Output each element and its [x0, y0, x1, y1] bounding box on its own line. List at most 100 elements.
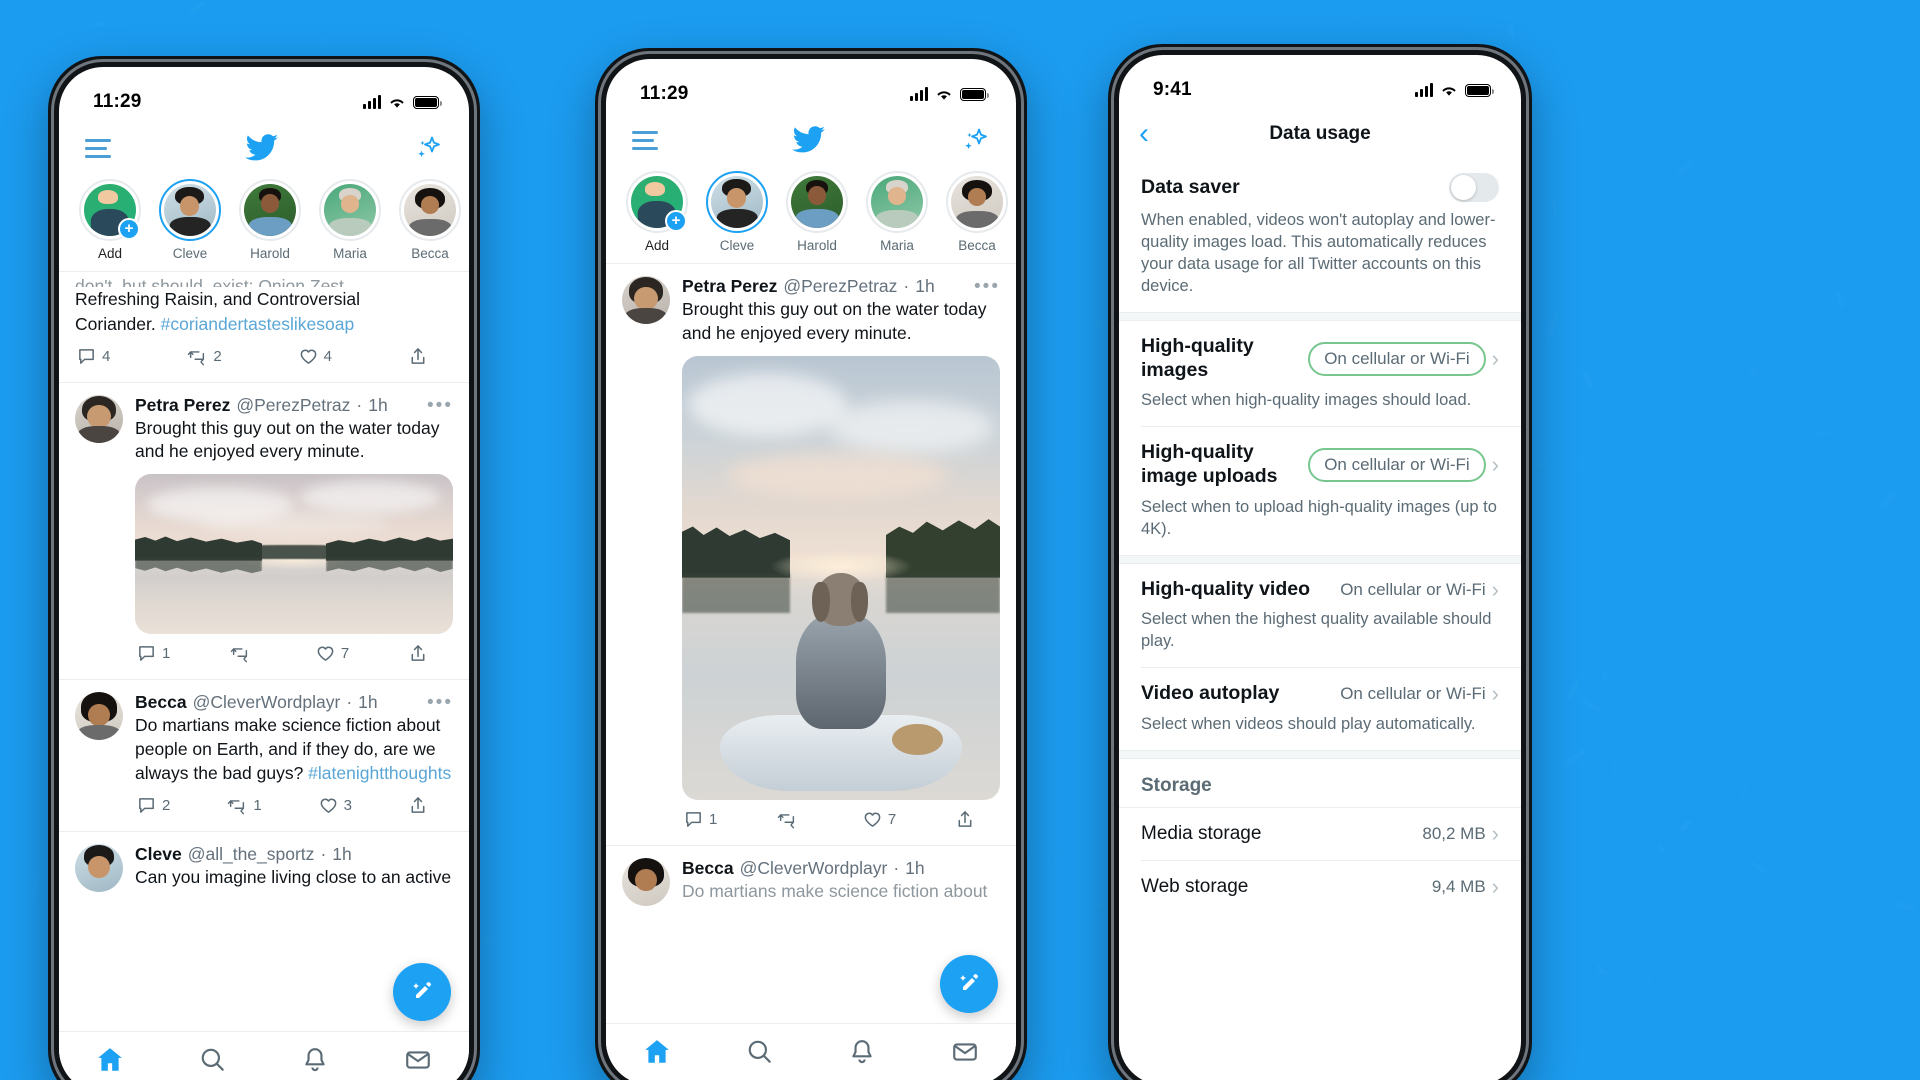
- sparkle-icon[interactable]: [960, 125, 990, 155]
- compose-tweet-button[interactable]: [393, 963, 451, 1021]
- tweet-hashtag[interactable]: #latenightthoughts: [308, 763, 451, 783]
- tweet-author-handle[interactable]: @PerezPetraz: [236, 395, 350, 416]
- tweet-actions[interactable]: 4 2 4: [75, 337, 453, 376]
- setting-row-video-autoplay[interactable]: Video autoplay On cellular or Wi-Fi › Se…: [1119, 668, 1521, 750]
- tweet-header: Becca @CleverWordplayr · 1h •••: [135, 692, 453, 713]
- data-saver-toggle[interactable]: [1449, 173, 1499, 202]
- tweet-timestamp: 1h: [332, 843, 352, 864]
- fleet-item-becca[interactable]: Becca: [397, 179, 463, 261]
- reply-action[interactable]: 4: [77, 347, 110, 366]
- setting-row-high-quality-image-uploads[interactable]: High-quality image uploads On cellular o…: [1119, 427, 1521, 554]
- retweet-action[interactable]: 2: [187, 347, 222, 366]
- reply-action[interactable]: 1: [137, 644, 170, 663]
- fleet-item-becca[interactable]: Becca: [944, 171, 1010, 253]
- bottom-navigation-bar[interactable]: [606, 1023, 1016, 1080]
- tweet-author-name[interactable]: Cleve: [135, 844, 182, 865]
- tweet-image-dog-boat[interactable]: [682, 355, 1000, 800]
- avatar[interactable]: [75, 692, 123, 741]
- tweet-more-icon[interactable]: •••: [974, 277, 1000, 296]
- nav-messages-envelope-icon[interactable]: [951, 1038, 979, 1071]
- add-fleet-badge[interactable]: +: [665, 210, 687, 232]
- retweet-action[interactable]: 1: [227, 796, 262, 815]
- fleet-item-cleve[interactable]: Cleve: [157, 179, 223, 261]
- tweet-author-name[interactable]: Becca: [135, 692, 187, 713]
- fleet-avatar-ring: [786, 171, 848, 233]
- like-action[interactable]: 4: [299, 347, 332, 366]
- hamburger-menu-icon[interactable]: [85, 134, 111, 163]
- fleet-item-cleve[interactable]: Cleve: [704, 171, 770, 253]
- tweet-author-handle[interactable]: @CleverWordplayr: [740, 858, 888, 879]
- reply-action[interactable]: 1: [684, 810, 717, 829]
- share-action[interactable]: [409, 644, 427, 663]
- fleet-item-harold[interactable]: Harold: [784, 171, 850, 253]
- sparkle-icon[interactable]: [413, 133, 443, 163]
- tweet-actions[interactable]: 2 1 3: [135, 786, 453, 825]
- tweet-author-name[interactable]: Petra Perez: [135, 395, 230, 416]
- tweet-row[interactable]: Petra Perez @PerezPetraz · 1h ••• Brough…: [606, 264, 1016, 846]
- phone2-timeline[interactable]: Petra Perez @PerezPetraz · 1h ••• Brough…: [606, 264, 1016, 912]
- fleet-item-maria[interactable]: Maria: [317, 179, 383, 261]
- phone1-timeline[interactable]: don't, but should, exist: Onion Zest, Re…: [59, 272, 469, 898]
- tweet-actions[interactable]: 1 7: [682, 800, 1000, 839]
- fleet-item-add[interactable]: + Add: [77, 179, 143, 261]
- setting-row-data-saver[interactable]: Data saver When enabled, videos won't au…: [1119, 159, 1521, 312]
- tweet-hashtag[interactable]: #coriandertasteslikesoap: [161, 314, 355, 334]
- fleet-item-harold[interactable]: Harold: [237, 179, 303, 261]
- tweet-image-lake[interactable]: [135, 474, 453, 635]
- setting-row-high-quality-video[interactable]: High-quality video On cellular or Wi-Fi …: [1119, 564, 1521, 668]
- avatar[interactable]: [622, 857, 670, 906]
- share-action[interactable]: [409, 347, 427, 366]
- compose-tweet-button[interactable]: [940, 955, 998, 1013]
- setting-value[interactable]: On cellular or Wi-Fi: [1340, 684, 1485, 704]
- add-fleet-badge[interactable]: +: [118, 218, 140, 240]
- like-action[interactable]: 7: [863, 810, 896, 829]
- setting-value[interactable]: On cellular or Wi-Fi: [1340, 580, 1485, 600]
- nav-notifications-bell-icon[interactable]: [848, 1038, 876, 1071]
- retweet-action[interactable]: [230, 644, 256, 663]
- avatar[interactable]: [75, 394, 123, 443]
- hamburger-menu-icon[interactable]: [632, 126, 658, 155]
- nav-home-icon[interactable]: [643, 1038, 671, 1071]
- tweet-author-name[interactable]: Becca: [682, 858, 734, 879]
- fleet-avatar-ring: [239, 179, 301, 241]
- storage-row-web[interactable]: Web storage 9,4 MB ›: [1119, 861, 1521, 913]
- tweet-partial[interactable]: don't, but should, exist: Onion Zest, Re…: [59, 272, 469, 383]
- bottom-navigation-bar[interactable]: [59, 1031, 469, 1080]
- like-action[interactable]: 7: [316, 644, 349, 663]
- fleet-item-add[interactable]: + Add: [624, 171, 690, 253]
- tweet-author-handle[interactable]: @all_the_sportz: [188, 844, 315, 865]
- settings-body[interactable]: Data saver When enabled, videos won't au…: [1119, 159, 1521, 914]
- setting-row-high-quality-images[interactable]: High-quality images On cellular or Wi-Fi…: [1119, 321, 1521, 427]
- fleet-item-maria[interactable]: Maria: [864, 171, 930, 253]
- tweet-row-partial[interactable]: Cleve @all_the_sportz · 1h Can you imagi…: [59, 832, 469, 898]
- like-action[interactable]: 3: [319, 796, 352, 815]
- avatar[interactable]: [622, 276, 670, 324]
- tweet-header: Becca @CleverWordplayr · 1h: [682, 858, 1000, 879]
- nav-search-icon[interactable]: [746, 1038, 774, 1071]
- tweet-timestamp: 1h: [915, 276, 935, 296]
- nav-search-icon[interactable]: [199, 1046, 227, 1079]
- retweet-action[interactable]: [777, 810, 803, 829]
- tweet-row-partial[interactable]: Becca @CleverWordplayr · 1h Do martians …: [606, 846, 1016, 912]
- avatar: [871, 176, 923, 228]
- share-action[interactable]: [956, 810, 974, 829]
- fleets-row[interactable]: + Add Cleve Harold Maria Becca: [59, 175, 469, 272]
- share-action[interactable]: [409, 796, 427, 815]
- tweet-row[interactable]: Becca @CleverWordplayr · 1h ••• Do marti…: [59, 680, 469, 832]
- tweet-more-icon[interactable]: •••: [427, 693, 453, 712]
- tweet-author-handle[interactable]: @CleverWordplayr: [193, 692, 341, 713]
- nav-messages-envelope-icon[interactable]: [404, 1046, 432, 1079]
- tweet-more-icon[interactable]: •••: [427, 396, 453, 415]
- storage-row-media[interactable]: Media storage 80,2 MB ›: [1119, 808, 1521, 860]
- fleets-row[interactable]: + Add Cleve Harold Maria Becca: [606, 167, 1016, 264]
- setting-value-pill[interactable]: On cellular or Wi-Fi: [1308, 448, 1486, 483]
- tweet-actions[interactable]: 1 7: [135, 634, 453, 673]
- tweet-author-name[interactable]: Petra Perez: [682, 276, 777, 297]
- tweet-row[interactable]: Petra Perez @PerezPetraz · 1h ••• Brough…: [59, 383, 469, 681]
- reply-action[interactable]: 2: [137, 796, 170, 815]
- tweet-author-handle[interactable]: @PerezPetraz: [783, 276, 897, 297]
- nav-home-icon[interactable]: [96, 1046, 124, 1079]
- avatar[interactable]: [75, 843, 123, 892]
- setting-value-pill[interactable]: On cellular or Wi-Fi: [1308, 341, 1486, 376]
- nav-notifications-bell-icon[interactable]: [301, 1046, 329, 1079]
